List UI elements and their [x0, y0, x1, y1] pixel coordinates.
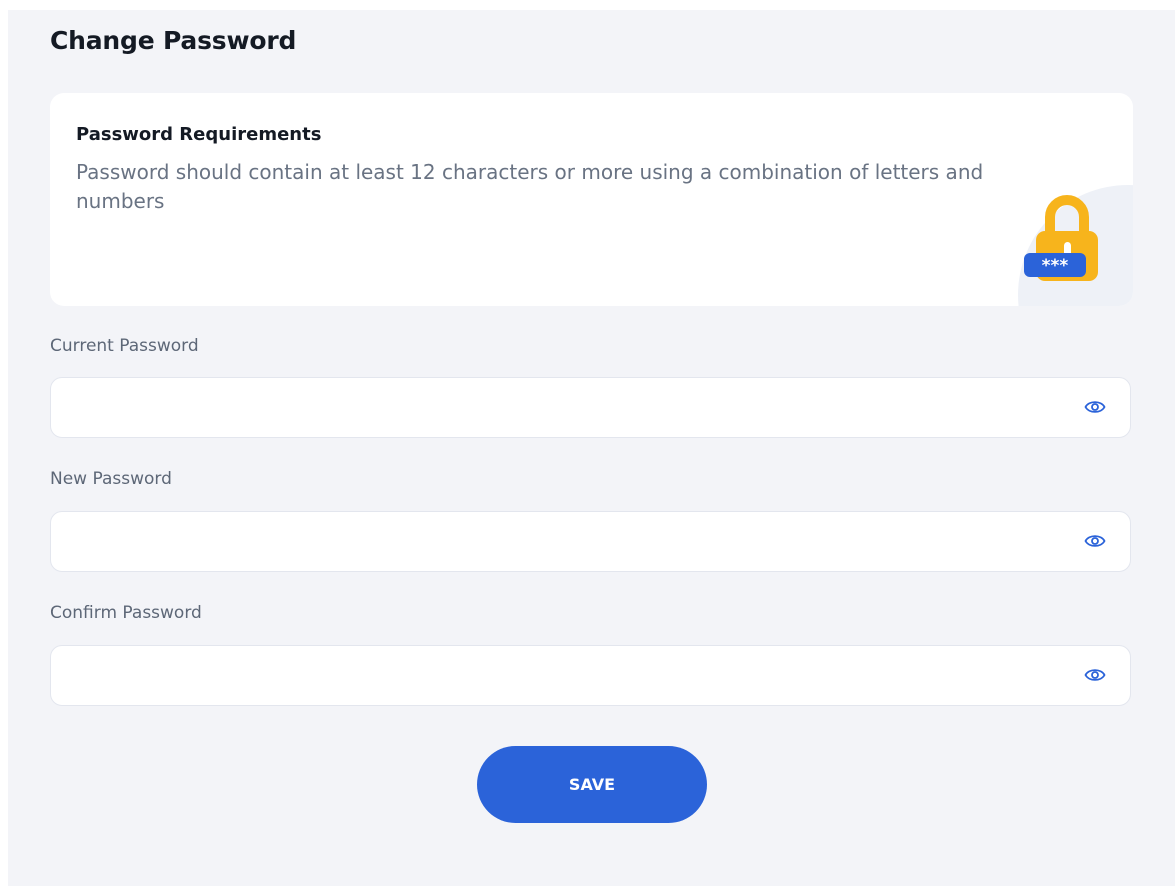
confirm-password-input[interactable]: [69, 646, 1073, 707]
current-password-label: Current Password: [50, 336, 199, 356]
new-password-field[interactable]: [50, 511, 1131, 573]
requirements-title: Password Requirements: [76, 124, 322, 145]
eye-icon[interactable]: [1084, 666, 1106, 684]
current-password-input[interactable]: [69, 378, 1073, 439]
confirm-password-field[interactable]: [50, 645, 1131, 707]
new-password-label: New Password: [50, 469, 172, 489]
eye-icon[interactable]: [1084, 532, 1106, 550]
confirm-password-label: Confirm Password: [50, 603, 202, 623]
password-requirements-card: Password Requirements Password should co…: [50, 93, 1133, 306]
lock-icon: ***: [1024, 195, 1098, 281]
current-password-field[interactable]: [50, 377, 1131, 439]
page-title: Change Password: [50, 26, 297, 55]
save-button[interactable]: SAVE: [477, 746, 707, 823]
new-password-input[interactable]: [69, 512, 1073, 573]
change-password-panel: Change Password Password Requirements Pa…: [8, 10, 1175, 886]
illustration-stars: ***: [1042, 256, 1069, 276]
eye-icon[interactable]: [1084, 398, 1106, 416]
requirements-text: Password should contain at least 12 char…: [76, 160, 984, 213]
